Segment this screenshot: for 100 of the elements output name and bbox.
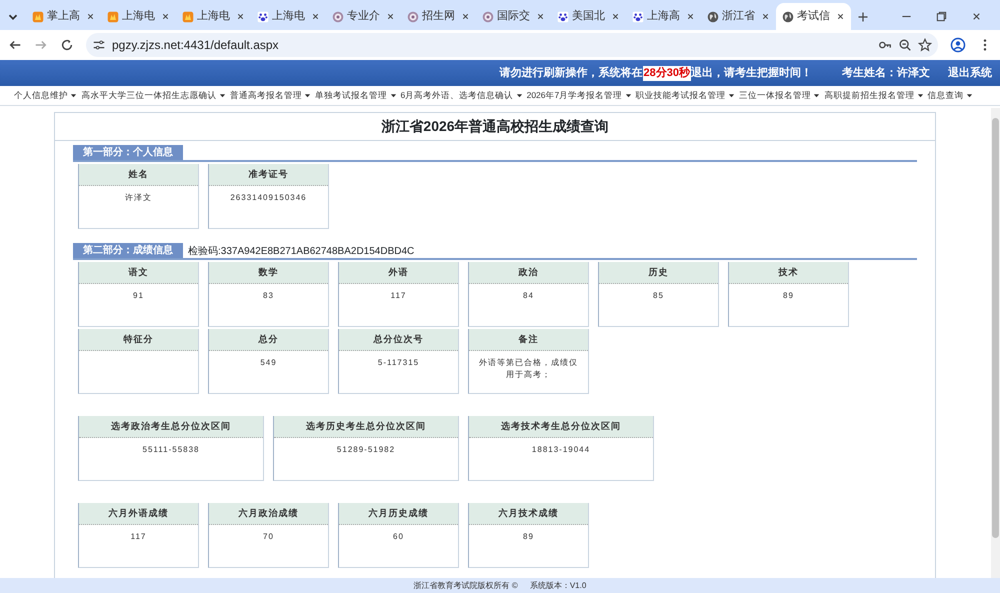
caret-icon xyxy=(70,92,78,100)
menu-item[interactable]: 高水平大学三位一体招生志愿确认 xyxy=(81,89,230,102)
caret-icon xyxy=(390,92,396,100)
card-label: 总分 xyxy=(258,332,278,346)
close-icon[interactable] xyxy=(161,12,170,21)
close-icon[interactable] xyxy=(461,12,470,21)
card-label: 准考证号 xyxy=(248,168,288,181)
close-icon[interactable] xyxy=(971,11,982,22)
menu-item[interactable]: 三位一体报名管理 xyxy=(738,89,824,102)
card-label: 政治 xyxy=(518,266,538,279)
card-value: 18813-19044 xyxy=(532,445,590,454)
browser-tab[interactable]: 上海高 xyxy=(626,3,701,30)
menu-item[interactable]: 个人信息维护 xyxy=(14,89,82,102)
close-icon[interactable] xyxy=(86,12,95,21)
globe-icon xyxy=(782,10,794,22)
caret-icon xyxy=(304,92,312,100)
caret-icon xyxy=(218,92,226,100)
card-value: 外语等第已合格，成绩仅用于高考； xyxy=(479,358,578,379)
close-icon[interactable] xyxy=(836,12,845,21)
site-settings-icon[interactable] xyxy=(92,38,106,52)
browser-tab[interactable]: 上海电 xyxy=(176,3,251,30)
tab-title: 上海电 xyxy=(272,9,306,24)
card-value: 51289-51982 xyxy=(336,445,396,454)
tab-title: 考试信 xyxy=(797,9,831,24)
verification-code: 检验码:337A942E8B271AB62748BA2D154DBD4C xyxy=(187,245,414,258)
card-value: 117 xyxy=(130,532,146,541)
plus-icon[interactable] xyxy=(857,10,869,22)
zoom-out-icon[interactable] xyxy=(898,38,912,52)
menu-item[interactable]: 2026年7月学考报名管理 xyxy=(526,89,636,102)
card-value: 85 xyxy=(653,291,664,300)
menu-item[interactable]: 高职提前招生报名管理 xyxy=(824,89,928,102)
card-value: 84 xyxy=(523,291,534,300)
close-icon[interactable] xyxy=(761,12,770,21)
browser-tab[interactable]: 国际交 xyxy=(476,3,551,30)
close-icon[interactable] xyxy=(386,12,395,21)
caret-icon xyxy=(966,92,974,100)
card-label: 总分位次号 xyxy=(374,332,424,346)
seal-icon xyxy=(482,10,494,22)
address-bar[interactable]: pgzy.zjzs.net:4431/default.aspx xyxy=(86,33,938,57)
card-label: 姓名 xyxy=(128,168,148,181)
card-value: 89 xyxy=(523,532,534,541)
browser-tab[interactable]: 专业介 xyxy=(326,3,401,30)
star-icon[interactable] xyxy=(918,38,932,52)
card-value: 91 xyxy=(133,291,144,300)
card-label: 历史 xyxy=(648,266,668,279)
restore-icon[interactable] xyxy=(936,11,947,22)
reload-icon[interactable] xyxy=(60,38,74,52)
card-value: 117 xyxy=(390,291,406,300)
card-value: 70 xyxy=(263,532,274,541)
tab-title: 浙江省 xyxy=(722,9,756,24)
browser-tab[interactable]: 招生网 xyxy=(401,3,476,30)
caret-icon xyxy=(516,92,523,100)
card-label: 备注 xyxy=(518,332,538,346)
tab-title: 上海电 xyxy=(122,9,156,24)
card-value: 549 xyxy=(260,358,277,367)
browser-tab[interactable]: 美国北 xyxy=(551,3,626,30)
tab-title: 国际交 xyxy=(497,8,531,24)
caret-icon xyxy=(728,92,735,100)
tab-title: 专业介 xyxy=(347,9,381,24)
logout-link[interactable]: 退出系统 xyxy=(948,64,992,82)
close-icon[interactable] xyxy=(686,12,695,21)
menu-item[interactable]: 职业技能考试报名管理 xyxy=(636,89,739,102)
close-icon[interactable] xyxy=(236,12,245,21)
paw-icon xyxy=(257,10,269,22)
card-label: 语文 xyxy=(128,266,148,279)
flame-icon xyxy=(182,10,194,22)
browser-tab[interactable]: 浙江省 xyxy=(701,3,776,30)
profile-icon[interactable] xyxy=(950,37,966,53)
card-label: 选考历史考生总分位次区间 xyxy=(306,420,426,433)
card-label: 六月历史成绩 xyxy=(368,506,428,520)
scrollbar[interactable] xyxy=(991,108,1000,578)
card-value: 许泽文 xyxy=(125,193,152,202)
browser-tab[interactable]: 上海电 xyxy=(251,3,326,30)
close-icon[interactable] xyxy=(311,12,320,21)
card-label: 技术 xyxy=(778,266,798,279)
card-label: 六月技术成绩 xyxy=(498,506,558,520)
back-icon[interactable] xyxy=(8,38,22,52)
tab-title: 掌上高 xyxy=(47,8,81,24)
close-icon[interactable] xyxy=(611,12,620,21)
tab-title: 美国北 xyxy=(572,8,606,24)
menu-item[interactable]: 6月高考外语、选考信息确认 xyxy=(400,89,527,102)
browser-tab[interactable]: 上海电 xyxy=(101,3,176,30)
card-label: 特征分 xyxy=(124,332,154,346)
caret-icon xyxy=(916,92,924,100)
browser-tab[interactable]: 掌上高 xyxy=(26,3,101,30)
caret-icon xyxy=(624,92,632,100)
flame-icon xyxy=(107,10,119,22)
menu-item[interactable]: 单独考试报名管理 xyxy=(315,89,400,102)
version-text: 系统版本：V1.0 xyxy=(530,580,586,592)
card-label: 选考技术考生总分位次区间 xyxy=(501,420,621,433)
card-value: 83 xyxy=(263,291,274,300)
browser-tab[interactable]: 考试信 xyxy=(776,3,851,30)
card-value: 55111-55838 xyxy=(142,445,200,454)
card-value: 5-117315 xyxy=(378,358,420,367)
menu-item[interactable]: 普通高考报名管理 xyxy=(230,89,316,102)
close-icon[interactable] xyxy=(536,12,545,21)
flame-icon xyxy=(32,10,44,22)
menu-item[interactable]: 信息查询 xyxy=(928,89,978,102)
card-label: 六月外语成绩 xyxy=(108,506,168,520)
page-title: 浙江省2026年普通高校招生成绩查询 xyxy=(381,117,609,136)
